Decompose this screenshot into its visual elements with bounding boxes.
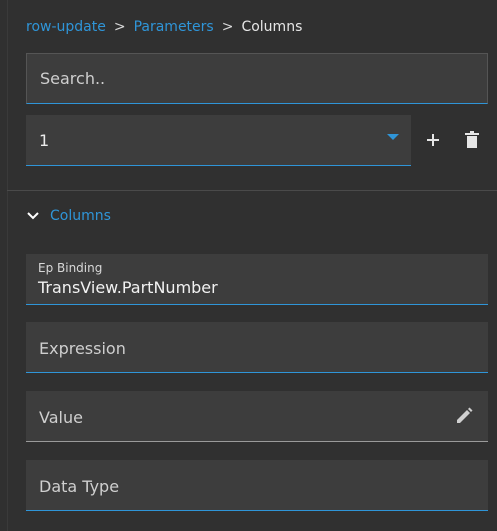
value-label: Value [39,408,83,427]
search-field [26,53,488,104]
ep-binding-field[interactable]: Ep Binding TransView.PartNumber [26,254,488,305]
expression-field[interactable]: Expression [26,322,488,373]
data-type-field[interactable]: Data Type [26,460,488,511]
chevron-down-icon [27,212,39,220]
select-value: 1 [39,131,50,150]
search-input[interactable] [27,54,487,103]
trash-icon[interactable] [460,128,484,152]
pencil-icon[interactable] [454,406,474,426]
expression-label: Expression [39,339,126,358]
parameter-select[interactable]: 1 [26,115,411,166]
divider [7,190,497,191]
breadcrumb-parameters[interactable]: Parameters [134,19,214,35]
section-title: Columns [50,208,111,224]
breadcrumb-separator: > [113,19,126,35]
breadcrumb-row-update[interactable]: row-update [26,19,106,35]
breadcrumb-current: Columns [241,19,303,35]
breadcrumb: row-update > Parameters > Columns [26,17,302,37]
breadcrumb-separator: > [221,19,234,35]
section-header-columns[interactable]: Columns [26,205,111,227]
data-type-label: Data Type [39,477,120,496]
left-rail [7,0,8,531]
dropdown-arrow-icon [387,134,399,140]
plus-icon[interactable] [421,128,445,152]
ep-binding-label: Ep Binding [38,261,103,275]
ep-binding-value: TransView.PartNumber [38,278,218,297]
value-field[interactable]: Value [26,391,488,442]
